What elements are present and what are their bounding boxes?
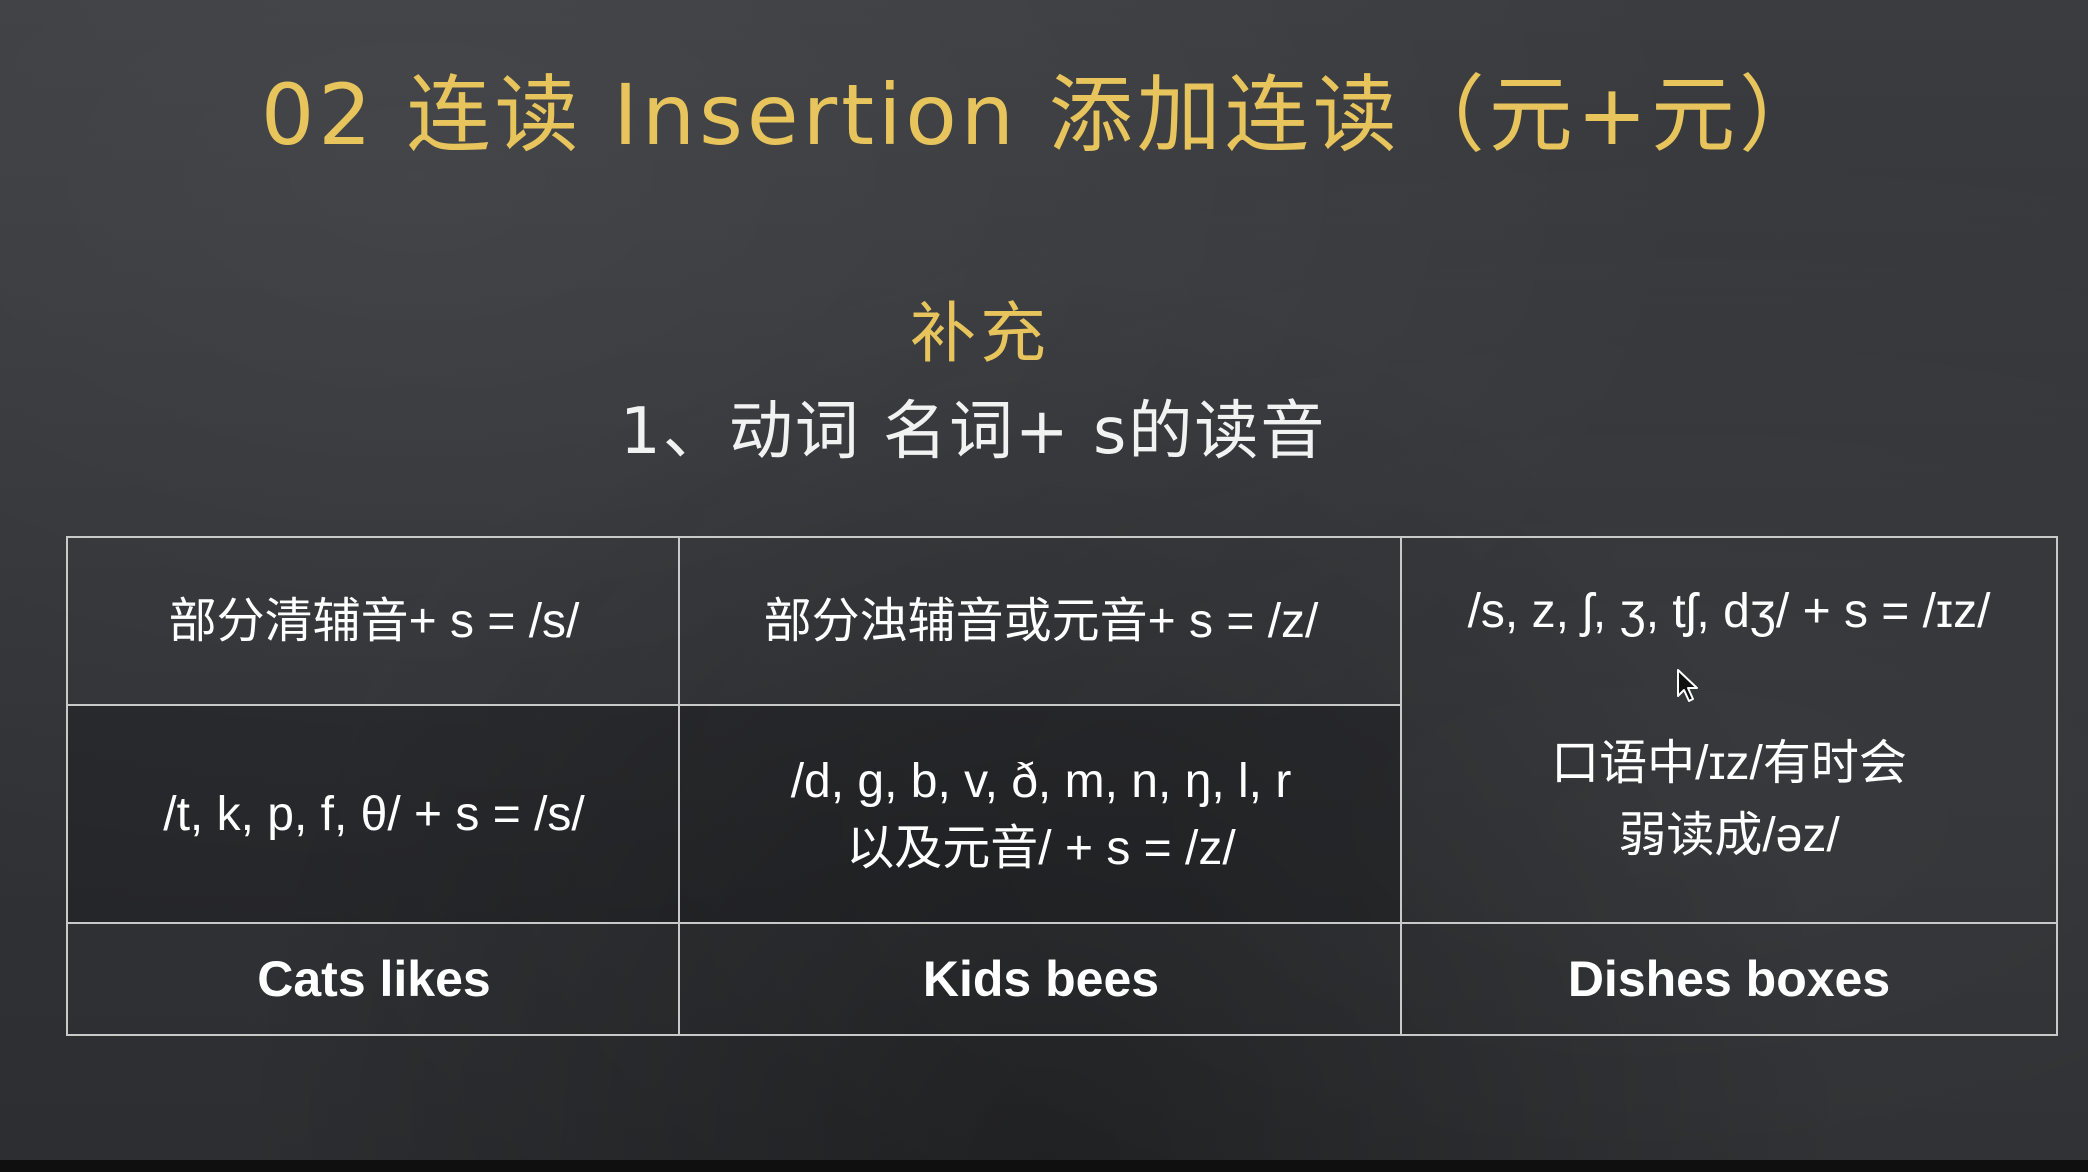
cell-text-line: 弱读成/əz/ bbox=[1618, 809, 1840, 862]
table-cell-voiceless-rule: 部分清辅音+ s = /s/ bbox=[68, 538, 680, 706]
pronunciation-table: 部分清辅音+ s = /s/ 部分浊辅音或元音+ s = /z/ /t, k, … bbox=[66, 536, 2058, 1036]
slide-subtitle: 补充 bbox=[910, 295, 1050, 372]
table-cell-voiced-rule: 部分浊辅音或元音+ s = /z/ bbox=[680, 538, 1402, 706]
table-cell-example-iz: Dishes boxes bbox=[1402, 924, 2056, 1034]
cell-text: 部分清辅音+ s = /s/ bbox=[168, 595, 580, 649]
table-cell-example-s: Cats likes bbox=[68, 924, 680, 1034]
cell-text: Cats likes bbox=[257, 951, 491, 1007]
table-cell-voiceless-sounds: /t, k, p, f, θ/ + s = /s/ bbox=[68, 706, 680, 924]
slide: 02 连读 Insertion 添加连读（元+元） 补充 1、动词 名词+ s的… bbox=[0, 0, 2088, 1172]
mouse-pointer-icon bbox=[1677, 669, 1698, 702]
cell-text: Dishes boxes bbox=[1567, 951, 1891, 1007]
grid-line bbox=[678, 538, 680, 1034]
table-cell-sibilant-rule: /s, z, ʃ, ʒ, tʃ, dʒ/ + s = /ɪz/ 口语中/ɪz/有… bbox=[1402, 538, 2056, 924]
section-heading: 1、动词 名词+ s的读音 bbox=[620, 395, 1327, 469]
cell-text-line: 以及元音/ + s = /z/ bbox=[846, 822, 1236, 875]
table-cell-voiced-sounds: /d, g, b, v, ð, m, n, ŋ, l, r 以及元音/ + s … bbox=[680, 706, 1402, 924]
grid-line bbox=[68, 704, 1402, 706]
slide-title: 02 连读 Insertion 添加连读（元+元） bbox=[260, 66, 1828, 164]
cell-text-line: 口语中/ɪz/有时会 bbox=[1551, 737, 1907, 790]
cell-text: /s, z, ʃ, ʒ, tʃ, dʒ/ + s = /ɪz/ bbox=[1467, 585, 1991, 638]
cell-text-line: /d, g, b, v, ð, m, n, ŋ, l, r bbox=[790, 754, 1292, 808]
grid-line bbox=[1400, 538, 1402, 1034]
cell-text: 部分浊辅音或元音+ s = /z/ bbox=[763, 595, 1319, 649]
table-cell-example-z: Kids bees bbox=[680, 924, 1402, 1034]
cell-text: Kids bees bbox=[922, 951, 1160, 1007]
cell-note: 口语中/ɪz/有时会 弱读成/əz/ bbox=[1402, 728, 2056, 872]
grid-line bbox=[68, 922, 2056, 924]
bottom-edge-bar bbox=[0, 1160, 2088, 1172]
cell-text: /t, k, p, f, θ/ + s = /s/ bbox=[163, 788, 585, 842]
